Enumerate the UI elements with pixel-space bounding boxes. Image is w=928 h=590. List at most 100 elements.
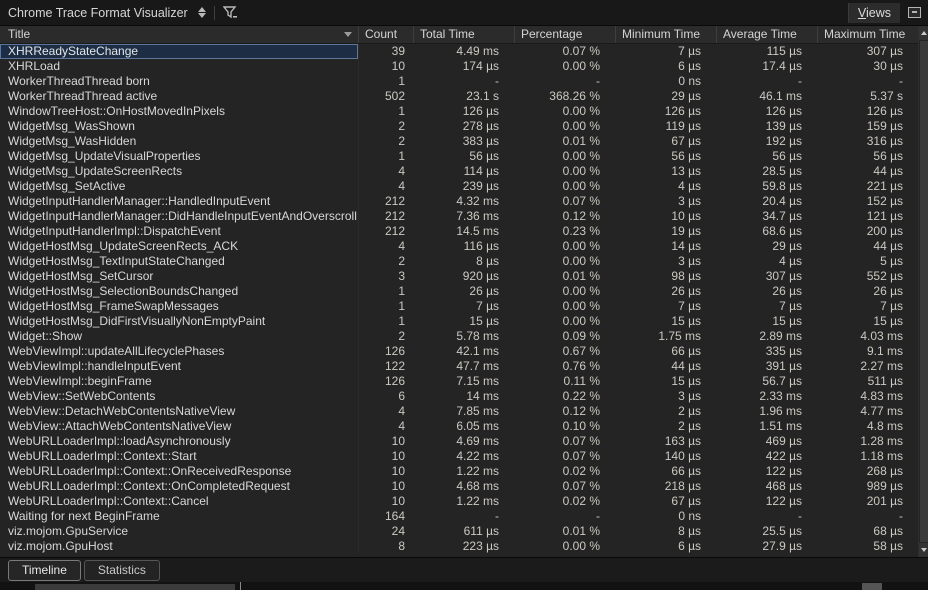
cell-maximum-time: 121 µs	[817, 209, 918, 224]
table-row[interactable]: XHRReadyStateChange394.49 ms0.07 %7 µs11…	[0, 44, 918, 59]
table-row[interactable]: WebURLLoaderImpl::Context::OnReceivedRes…	[0, 464, 918, 479]
cell-average-time: 468 µs	[716, 479, 817, 494]
cell-count: 4	[358, 404, 413, 419]
cell-maximum-time: 201 µs	[817, 494, 918, 509]
table-row[interactable]: WebURLLoaderImpl::Context::Start104.22 m…	[0, 449, 918, 464]
cell-minimum-time: 67 µs	[615, 494, 716, 509]
cell-percentage: 0.09 %	[514, 329, 615, 344]
cell-total-time: 4.49 ms	[413, 44, 514, 59]
cell-title: XHRLoad	[0, 59, 358, 74]
vertical-scrollbar-thumb[interactable]	[920, 41, 928, 542]
cell-title: viz.mojom.GpuService	[0, 524, 358, 539]
table-body: XHRReadyStateChange394.49 ms0.07 %7 µs11…	[0, 44, 918, 554]
table-row[interactable]: Waiting for next BeginFrame164--0 ns--	[0, 509, 918, 524]
scroll-down-button[interactable]	[919, 543, 928, 557]
column-header-maximum-time[interactable]: Maximum Time	[817, 26, 918, 43]
column-header-title[interactable]: Title	[0, 26, 358, 43]
cell-maximum-time: 126 µs	[817, 104, 918, 119]
cell-title: WidgetInputHandlerManager::DidHandleInpu…	[0, 209, 358, 224]
column-header-average-time[interactable]: Average Time	[716, 26, 817, 43]
cell-count: 164	[358, 509, 413, 524]
collapse-panel-button[interactable]	[903, 3, 925, 23]
cell-count: 212	[358, 209, 413, 224]
cell-count: 212	[358, 224, 413, 239]
table-row[interactable]: WidgetInputHandlerManager::HandledInputE…	[0, 194, 918, 209]
table-row[interactable]: WorkerThreadThread born1--0 ns--	[0, 74, 918, 89]
table-row[interactable]: WidgetHostMsg_DidFirstVisuallyNonEmptyPa…	[0, 314, 918, 329]
cell-title: Widget::Show	[0, 329, 358, 344]
cell-total-time: 4.68 ms	[413, 479, 514, 494]
cell-average-time: 25.5 µs	[716, 524, 817, 539]
cell-maximum-time: 1.18 ms	[817, 449, 918, 464]
table-row[interactable]: WidgetMsg_SetActive4239 µs0.00 %4 µs59.8…	[0, 179, 918, 194]
cell-minimum-time: 15 µs	[615, 374, 716, 389]
table-row[interactable]: WidgetMsg_UpdateScreenRects4114 µs0.00 %…	[0, 164, 918, 179]
table-row[interactable]: WebViewImpl::updateAllLifecyclePhases126…	[0, 344, 918, 359]
table-row[interactable]: WebURLLoaderImpl::loadAsynchronously104.…	[0, 434, 918, 449]
table-row[interactable]: Widget::Show25.78 ms0.09 %1.75 ms2.89 ms…	[0, 329, 918, 344]
cell-maximum-time: 30 µs	[817, 59, 918, 74]
toolbar-divider	[214, 6, 215, 20]
cell-maximum-time: 200 µs	[817, 224, 918, 239]
table-row[interactable]: WindowTreeHost::OnHostMovedInPixels1126 …	[0, 104, 918, 119]
table-row[interactable]: WorkerThreadThread active50223.1 s368.26…	[0, 89, 918, 104]
table-row[interactable]: WebViewImpl::handleInputEvent12247.7 ms0…	[0, 359, 918, 374]
table-row[interactable]: WebViewImpl::beginFrame1267.15 ms0.11 %1…	[0, 374, 918, 389]
cell-title: WebViewImpl::handleInputEvent	[0, 359, 358, 374]
filter-icon[interactable]	[223, 6, 239, 20]
table-row[interactable]: WidgetMsg_UpdateVisualProperties156 µs0.…	[0, 149, 918, 164]
table-row[interactable]: WebView::AttachWebContentsNativeView46.0…	[0, 419, 918, 434]
cell-total-time: 174 µs	[413, 59, 514, 74]
cell-minimum-time: 0 ns	[615, 74, 716, 89]
cell-title: WidgetMsg_SetActive	[0, 179, 358, 194]
cell-title: WidgetHostMsg_SetCursor	[0, 269, 358, 284]
table-row[interactable]: WidgetHostMsg_FrameSwapMessages17 µs0.00…	[0, 299, 918, 314]
table-row[interactable]: WebURLLoaderImpl::Context::Cancel101.22 …	[0, 494, 918, 509]
cell-title: Waiting for next BeginFrame	[0, 509, 358, 524]
table-row[interactable]: WidgetHostMsg_SetCursor3920 µs0.01 %98 µ…	[0, 269, 918, 284]
scroll-up-button[interactable]	[919, 26, 928, 40]
cell-title: WidgetHostMsg_UpdateScreenRects_ACK	[0, 239, 358, 254]
cell-minimum-time: 29 µs	[615, 89, 716, 104]
column-header-percentage[interactable]: Percentage	[514, 26, 615, 43]
table-row[interactable]: WidgetHostMsg_TextInputStateChanged28 µs…	[0, 254, 918, 269]
table-row[interactable]: viz.mojom.GpuService24611 µs0.01 %8 µs25…	[0, 524, 918, 539]
cell-minimum-time: 8 µs	[615, 524, 716, 539]
cell-count: 2	[358, 119, 413, 134]
table-row[interactable]: WebURLLoaderImpl::Context::OnCompletedRe…	[0, 479, 918, 494]
cell-count: 4	[358, 239, 413, 254]
cell-average-time: 126 µs	[716, 104, 817, 119]
table-row[interactable]: WidgetHostMsg_UpdateScreenRects_ACK4116 …	[0, 239, 918, 254]
cell-percentage: 0.00 %	[514, 104, 615, 119]
horizontal-scrollbar-thumb[interactable]	[35, 584, 235, 590]
table-row[interactable]: XHRLoad10174 µs0.00 %6 µs17.4 µs30 µs	[0, 59, 918, 74]
table-row[interactable]: WidgetHostMsg_SelectionBoundsChanged126 …	[0, 284, 918, 299]
tab-statistics[interactable]: Statistics	[84, 560, 160, 581]
table-row[interactable]: WidgetMsg_WasShown2278 µs0.00 %119 µs139…	[0, 119, 918, 134]
table-row[interactable]: WidgetInputHandlerManager::DidHandleInpu…	[0, 209, 918, 224]
cell-minimum-time: 4 µs	[615, 179, 716, 194]
cell-percentage: 0.00 %	[514, 149, 615, 164]
cell-maximum-time: 4.8 ms	[817, 419, 918, 434]
table-row[interactable]: viz.mojom.GpuHost8223 µs0.00 %6 µs27.9 µ…	[0, 539, 918, 554]
splitter-grip[interactable]	[862, 583, 882, 590]
cell-maximum-time: 152 µs	[817, 194, 918, 209]
column-header-total-time[interactable]: Total Time	[413, 26, 514, 43]
cell-count: 10	[358, 59, 413, 74]
table-row[interactable]: WidgetInputHandlerImpl::DispatchEvent212…	[0, 224, 918, 239]
cell-maximum-time: 552 µs	[817, 269, 918, 284]
column-header-minimum-time[interactable]: Minimum Time	[615, 26, 716, 43]
cell-count: 39	[358, 44, 413, 59]
table-row[interactable]: WebView::DetachWebContentsNativeView47.8…	[0, 404, 918, 419]
tab-timeline[interactable]: Timeline	[8, 560, 81, 581]
views-button[interactable]: Views	[848, 3, 900, 23]
collapse-panel-icon	[908, 7, 921, 18]
cell-maximum-time: 15 µs	[817, 314, 918, 329]
table-row[interactable]: WidgetMsg_WasHidden2383 µs0.01 %67 µs192…	[0, 134, 918, 149]
vertical-scrollbar[interactable]	[918, 26, 928, 557]
toolbar: Chrome Trace Format Visualizer Views	[0, 0, 928, 26]
cell-percentage: 0.01 %	[514, 134, 615, 149]
table-row[interactable]: WebView::SetWebContents614 ms0.22 %3 µs2…	[0, 389, 918, 404]
column-header-count[interactable]: Count	[358, 26, 413, 43]
perspective-selector-icon[interactable]	[198, 7, 206, 18]
